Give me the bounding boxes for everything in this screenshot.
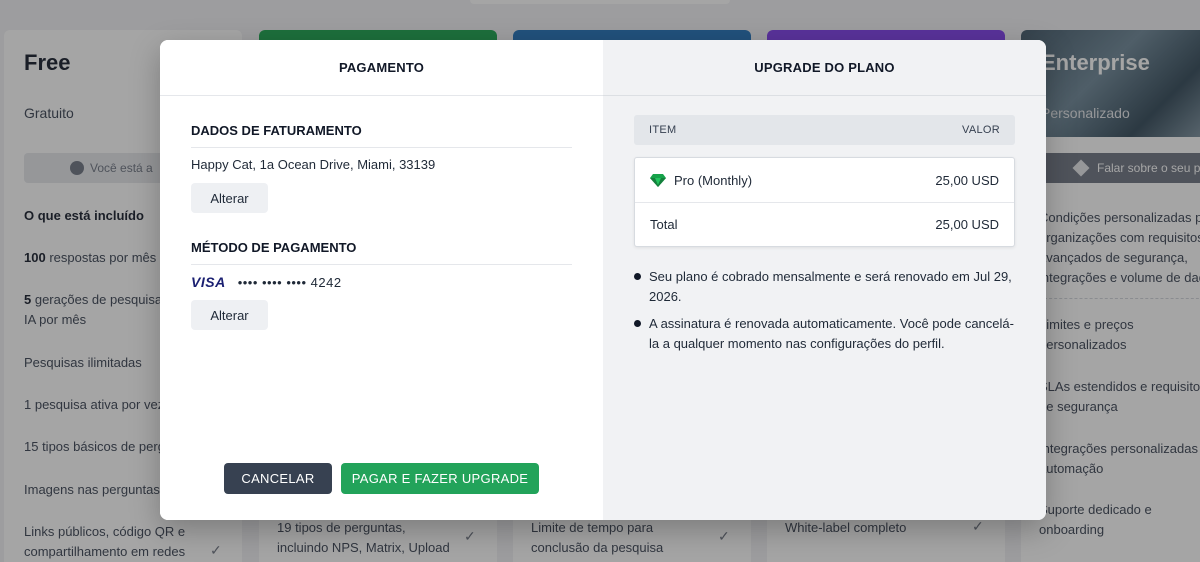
bullet-icon [634, 273, 641, 280]
summary-table: Pro (Monthly) 25,00 USD Total 25,00 USD [634, 157, 1015, 247]
summary-table-header: ITEM VALOR [634, 115, 1015, 145]
item-value: 25,00 USD [935, 172, 999, 188]
billing-address: Happy Cat, 1a Ocean Drive, Miami, 33139 [191, 157, 436, 172]
gem-icon [650, 174, 666, 187]
total-value: 25,00 USD [935, 217, 999, 232]
table-row-total: Total 25,00 USD [635, 202, 1014, 246]
visa-logo: VISA [191, 274, 226, 290]
total-label: Total [650, 217, 678, 232]
billing-section-title: DADOS DE FATURAMENTO [191, 123, 572, 148]
billing-notes: Seu plano é cobrado mensalmente e será r… [634, 267, 1019, 361]
payment-header: PAGAMENTO [160, 40, 603, 96]
change-payment-method-button[interactable]: Alterar [191, 300, 268, 330]
item-name: Pro (Monthly) [674, 172, 753, 188]
list-item: Seu plano é cobrado mensalmente e será r… [634, 267, 1019, 307]
cancel-button[interactable]: CANCELAR [224, 463, 332, 494]
column-value: VALOR [962, 124, 1000, 136]
upgrade-modal: PAGAMENTO DADOS DE FATURAMENTO Happy Cat… [160, 40, 1046, 520]
column-item: ITEM [649, 124, 677, 136]
payment-panel: PAGAMENTO DADOS DE FATURAMENTO Happy Cat… [160, 40, 603, 520]
payment-method-title: MÉTODO DE PAGAMENTO [191, 240, 572, 265]
bullet-icon [634, 320, 641, 327]
table-row: Pro (Monthly) 25,00 USD [635, 158, 1014, 202]
list-item: A assinatura é renovada automaticamente.… [634, 314, 1019, 354]
pay-and-upgrade-button[interactable]: PAGAR E FAZER UPGRADE [341, 463, 539, 494]
upgrade-summary-panel: UPGRADE DO PLANO ITEM VALOR Pro (Monthly… [603, 40, 1046, 520]
upgrade-header: UPGRADE DO PLANO [603, 40, 1046, 96]
change-billing-button[interactable]: Alterar [191, 183, 268, 213]
card-number: •••• •••• •••• 4242 [237, 274, 342, 290]
saved-card: VISA •••• •••• •••• 4242 [191, 274, 342, 290]
